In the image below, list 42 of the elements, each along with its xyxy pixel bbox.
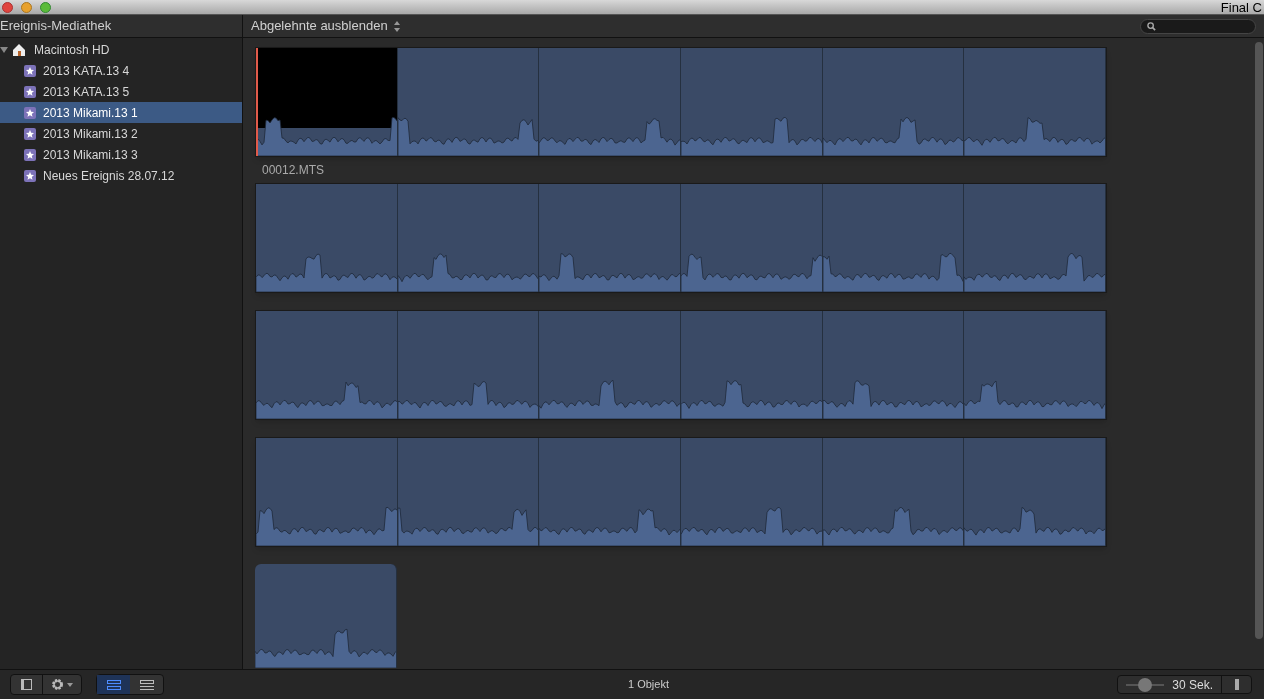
close-icon[interactable]	[2, 1, 13, 13]
event-item[interactable]: Neues Ereignis 28.07.12	[0, 165, 242, 186]
scrollbar[interactable]	[1255, 42, 1263, 639]
search-field[interactable]	[1140, 18, 1256, 34]
star-icon	[24, 127, 36, 140]
event-item[interactable]: 2013 KATA.13 5	[0, 81, 242, 102]
star-icon	[24, 85, 36, 98]
event-item[interactable]: 2013 Mikami.13 3	[0, 144, 242, 165]
window-title: Final C	[1220, 0, 1262, 14]
slider-thumb[interactable]	[1138, 677, 1153, 692]
disclosure-icon[interactable]	[0, 45, 8, 54]
list-icon	[139, 679, 154, 690]
zoom-slider[interactable]	[1126, 677, 1165, 692]
zoom-reading: 30 Sek.	[1172, 676, 1213, 694]
star-icon	[24, 64, 36, 77]
filmstrip-icon	[106, 679, 121, 690]
star-icon	[24, 169, 36, 182]
event-item[interactable]: 2013 KATA.13 4	[0, 60, 242, 81]
filmstrip[interactable]	[255, 183, 1107, 293]
event-item[interactable]: 2013 Mikami.13 1	[0, 102, 242, 123]
updown-icon	[393, 20, 400, 32]
event-item[interactable]: 2013 Mikami.13 2	[0, 123, 242, 144]
panel-icon	[21, 679, 32, 690]
gear-icon	[51, 678, 64, 691]
filmstrip[interactable]	[255, 47, 1107, 157]
filmstrip[interactable]	[255, 310, 1107, 420]
filmstrip[interactable]	[255, 564, 397, 668]
filmstrip[interactable]	[255, 437, 1107, 547]
clip-height-icon	[1234, 679, 1239, 690]
house-icon	[12, 42, 26, 57]
filter-popup[interactable]: Abgelehnte ausblenden	[251, 16, 400, 36]
clip-name: 00012.MTS	[262, 162, 326, 179]
search-icon	[1147, 21, 1156, 31]
tree-item[interactable]: Macintosh HD	[0, 39, 242, 60]
star-icon	[24, 148, 36, 161]
minimize-icon[interactable]	[21, 1, 32, 13]
item-count: 1 Objekt	[628, 677, 669, 693]
star-icon	[24, 106, 36, 119]
sidebar-title: Ereignis-Mediathek	[0, 17, 112, 36]
zoom-icon[interactable]	[40, 1, 51, 13]
filmstrip-view-button[interactable]	[97, 675, 130, 694]
caret-icon	[67, 682, 73, 687]
